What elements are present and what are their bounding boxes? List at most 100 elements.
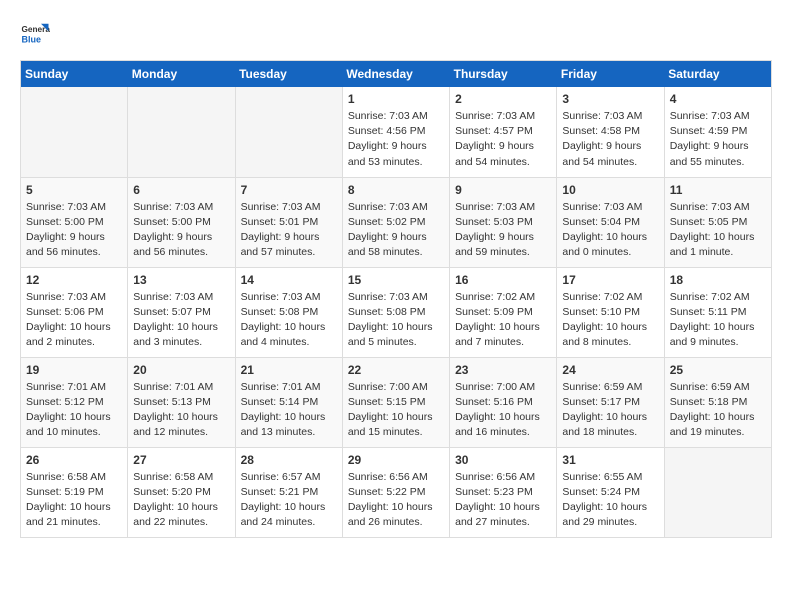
day-number: 16	[455, 273, 551, 287]
day-number: 18	[670, 273, 766, 287]
day-info: Sunrise: 6:59 AM Sunset: 5:18 PM Dayligh…	[670, 380, 766, 441]
day-info: Sunrise: 7:03 AM Sunset: 5:00 PM Dayligh…	[26, 200, 122, 261]
day-number: 11	[670, 183, 766, 197]
calendar-week-row: 12 Sunrise: 7:03 AM Sunset: 5:06 PM Dayli…	[21, 267, 772, 357]
day-number: 9	[455, 183, 551, 197]
day-info: Sunrise: 7:02 AM Sunset: 5:10 PM Dayligh…	[562, 290, 658, 351]
svg-text:Blue: Blue	[22, 35, 42, 45]
calendar-cell: 6Sunrise: 7:03 AM Sunset: 5:00 PM Daylig…	[128, 177, 235, 267]
day-number: 7	[241, 183, 337, 197]
calendar-cell: 19 Sunrise: 7:01 AM Sunset: 5:12 PM Dayli…	[21, 357, 128, 447]
day-number: 20	[133, 363, 229, 377]
calendar-header-row: SundayMondayTuesdayWednesdayThursdayFrid…	[21, 61, 772, 88]
day-info: Sunrise: 7:03 AM Sunset: 5:02 PM Dayligh…	[348, 200, 444, 261]
calendar-cell: 3 Sunrise: 7:03 AM Sunset: 4:58 PM Daylig…	[557, 87, 664, 177]
day-number: 17	[562, 273, 658, 287]
calendar-cell: 27 Sunrise: 6:58 AM Sunset: 5:20 PM Dayli…	[128, 447, 235, 537]
calendar-cell: 29 Sunrise: 6:56 AM Sunset: 5:22 PM Dayli…	[342, 447, 449, 537]
calendar-cell	[128, 87, 235, 177]
calendar-cell: 17 Sunrise: 7:02 AM Sunset: 5:10 PM Dayli…	[557, 267, 664, 357]
calendar-week-row: 26 Sunrise: 6:58 AM Sunset: 5:19 PM Dayli…	[21, 447, 772, 537]
page-header: General Blue	[20, 20, 772, 50]
day-info: Sunrise: 6:55 AM Sunset: 5:24 PM Dayligh…	[562, 470, 658, 531]
day-number: 29	[348, 453, 444, 467]
weekday-header-wednesday: Wednesday	[342, 61, 449, 88]
day-info: Sunrise: 7:03 AM Sunset: 4:59 PM Dayligh…	[670, 109, 766, 170]
calendar-cell: 28Sunrise: 6:57 AM Sunset: 5:21 PM Dayli…	[235, 447, 342, 537]
day-info: Sunrise: 6:58 AM Sunset: 5:20 PM Dayligh…	[133, 470, 229, 531]
day-info: Sunrise: 7:03 AM Sunset: 5:03 PM Dayligh…	[455, 200, 551, 261]
calendar-cell: 15 Sunrise: 7:03 AM Sunset: 5:08 PM Dayli…	[342, 267, 449, 357]
calendar-cell: 26 Sunrise: 6:58 AM Sunset: 5:19 PM Dayli…	[21, 447, 128, 537]
calendar-cell: 13 Sunrise: 7:03 AM Sunset: 5:07 PM Dayli…	[128, 267, 235, 357]
day-number: 10	[562, 183, 658, 197]
day-info: Sunrise: 7:03 AM Sunset: 5:06 PM Dayligh…	[26, 290, 122, 351]
day-number: 15	[348, 273, 444, 287]
calendar-cell: 9 Sunrise: 7:03 AM Sunset: 5:03 PM Daylig…	[450, 177, 557, 267]
calendar-cell: 18 Sunrise: 7:02 AM Sunset: 5:11 PM Dayli…	[664, 267, 771, 357]
calendar-cell: 20 Sunrise: 7:01 AM Sunset: 5:13 PM Dayli…	[128, 357, 235, 447]
logo-icon: General Blue	[20, 20, 50, 50]
day-info: Sunrise: 7:03 AM Sunset: 5:08 PM Dayligh…	[241, 290, 337, 351]
calendar-cell: 31 Sunrise: 6:55 AM Sunset: 5:24 PM Dayli…	[557, 447, 664, 537]
day-number: 21	[241, 363, 337, 377]
day-number: 26	[26, 453, 122, 467]
weekday-header-sunday: Sunday	[21, 61, 128, 88]
day-info: Sunrise: 7:00 AM Sunset: 5:16 PM Dayligh…	[455, 380, 551, 441]
day-number: 23	[455, 363, 551, 377]
day-info: Sunrise: 7:01 AM Sunset: 5:14 PM Dayligh…	[241, 380, 337, 441]
day-number: 1	[348, 92, 444, 106]
weekday-header-saturday: Saturday	[664, 61, 771, 88]
weekday-header-tuesday: Tuesday	[235, 61, 342, 88]
day-info: Sunrise: 7:03 AM Sunset: 4:58 PM Dayligh…	[562, 109, 658, 170]
calendar-cell	[21, 87, 128, 177]
calendar-cell: 24 Sunrise: 6:59 AM Sunset: 5:17 PM Dayli…	[557, 357, 664, 447]
day-info: Sunrise: 7:00 AM Sunset: 5:15 PM Dayligh…	[348, 380, 444, 441]
day-number: 13	[133, 273, 229, 287]
day-number: 8	[348, 183, 444, 197]
calendar-cell: 12 Sunrise: 7:03 AM Sunset: 5:06 PM Dayli…	[21, 267, 128, 357]
day-number: 27	[133, 453, 229, 467]
calendar-cell: 22 Sunrise: 7:00 AM Sunset: 5:15 PM Dayli…	[342, 357, 449, 447]
logo: General Blue	[20, 20, 56, 50]
day-number: 24	[562, 363, 658, 377]
day-number: 14	[241, 273, 337, 287]
day-info: Sunrise: 7:02 AM Sunset: 5:11 PM Dayligh…	[670, 290, 766, 351]
calendar-week-row: 1 Sunrise: 7:03 AM Sunset: 4:56 PM Daylig…	[21, 87, 772, 177]
weekday-header-thursday: Thursday	[450, 61, 557, 88]
day-info: Sunrise: 6:58 AM Sunset: 5:19 PM Dayligh…	[26, 470, 122, 531]
calendar-cell: 11 Sunrise: 7:03 AM Sunset: 5:05 PM Dayli…	[664, 177, 771, 267]
day-info: Sunrise: 7:01 AM Sunset: 5:12 PM Dayligh…	[26, 380, 122, 441]
day-info: Sunrise: 7:03 AM Sunset: 5:07 PM Dayligh…	[133, 290, 229, 351]
day-number: 2	[455, 92, 551, 106]
day-number: 4	[670, 92, 766, 106]
day-info: Sunrise: 7:01 AM Sunset: 5:13 PM Dayligh…	[133, 380, 229, 441]
day-number: 31	[562, 453, 658, 467]
calendar-cell: 21 Sunrise: 7:01 AM Sunset: 5:14 PM Dayli…	[235, 357, 342, 447]
day-info: Sunrise: 7:03 AM Sunset: 4:57 PM Dayligh…	[455, 109, 551, 170]
weekday-header-monday: Monday	[128, 61, 235, 88]
calendar-cell: 2 Sunrise: 7:03 AM Sunset: 4:57 PM Daylig…	[450, 87, 557, 177]
day-info: Sunrise: 7:02 AM Sunset: 5:09 PM Dayligh…	[455, 290, 551, 351]
day-number: 25	[670, 363, 766, 377]
day-number: 5	[26, 183, 122, 197]
day-info: Sunrise: 6:57 AM Sunset: 5:21 PM Dayligh…	[241, 470, 337, 531]
calendar-cell	[664, 447, 771, 537]
day-number: 30	[455, 453, 551, 467]
day-info: Sunrise: 7:03 AM Sunset: 4:56 PM Dayligh…	[348, 109, 444, 170]
day-number: 6	[133, 183, 229, 197]
day-info: Sunrise: 7:03 AM Sunset: 5:08 PM Dayligh…	[348, 290, 444, 351]
calendar-table: SundayMondayTuesdayWednesdayThursdayFrid…	[20, 60, 772, 538]
day-number: 3	[562, 92, 658, 106]
day-info: Sunrise: 6:59 AM Sunset: 5:17 PM Dayligh…	[562, 380, 658, 441]
day-info: Sunrise: 7:03 AM Sunset: 5:05 PM Dayligh…	[670, 200, 766, 261]
calendar-cell: 25 Sunrise: 6:59 AM Sunset: 5:18 PM Dayli…	[664, 357, 771, 447]
calendar-cell: 8 Sunrise: 7:03 AM Sunset: 5:02 PM Daylig…	[342, 177, 449, 267]
day-info: Sunrise: 6:56 AM Sunset: 5:23 PM Dayligh…	[455, 470, 551, 531]
day-number: 12	[26, 273, 122, 287]
calendar-week-row: 5 Sunrise: 7:03 AM Sunset: 5:00 PM Daylig…	[21, 177, 772, 267]
day-info: Sunrise: 6:56 AM Sunset: 5:22 PM Dayligh…	[348, 470, 444, 531]
day-number: 22	[348, 363, 444, 377]
day-number: 19	[26, 363, 122, 377]
calendar-cell: 23 Sunrise: 7:00 AM Sunset: 5:16 PM Dayli…	[450, 357, 557, 447]
